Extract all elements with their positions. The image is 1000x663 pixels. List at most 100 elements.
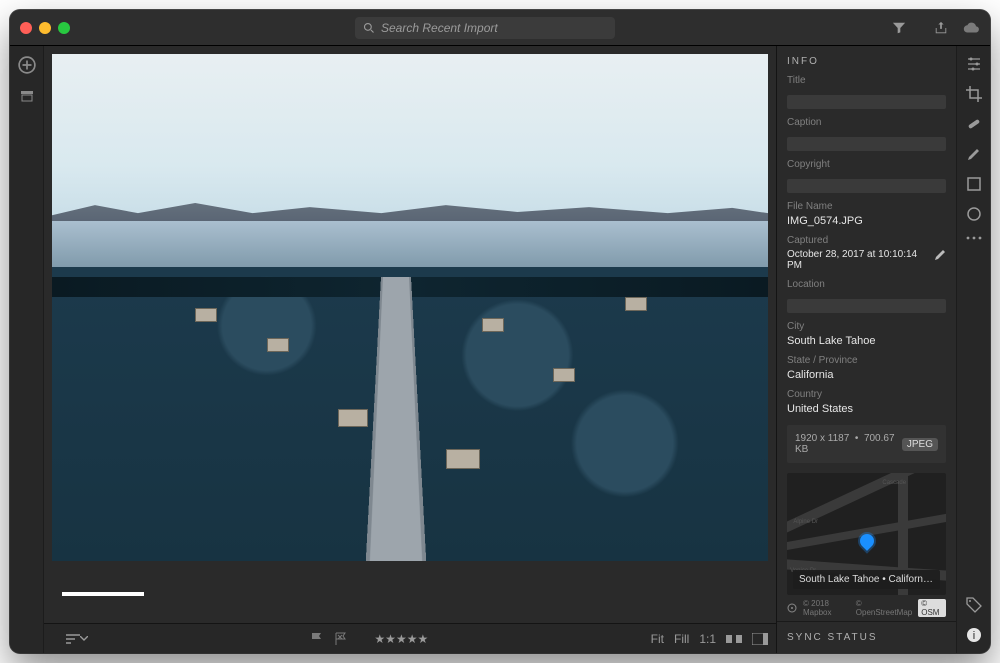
filmstrip[interactable] (44, 565, 776, 623)
bottom-toolbar: ★★★★★ Fit Fill 1:1 (44, 623, 776, 653)
target-icon (787, 603, 797, 613)
captured-value: October 28, 2017 at 10:10:14 PM (787, 249, 934, 271)
square-icon (966, 176, 982, 192)
map-street-2: Alpine Dr (793, 519, 818, 525)
country-label: Country (787, 389, 946, 400)
linear-gradient-tool[interactable] (966, 176, 982, 192)
tag-icon (966, 597, 982, 613)
svg-text:i: i (972, 630, 974, 642)
image-viewer[interactable] (52, 54, 768, 561)
info-tool[interactable]: i (966, 627, 982, 643)
close-icon (20, 22, 32, 34)
sliders-icon (966, 56, 982, 72)
copyright-input[interactable] (787, 179, 946, 193)
caption-input[interactable] (787, 137, 946, 151)
pencil-icon (934, 249, 946, 261)
radial-gradient-tool[interactable] (966, 206, 982, 222)
filename-label: File Name (787, 201, 946, 212)
brush-icon (966, 146, 982, 162)
traffic-lights (20, 22, 70, 34)
info-header: INFO (777, 46, 956, 73)
search-icon (363, 22, 375, 34)
title-input[interactable] (787, 95, 946, 109)
minimize-button[interactable] (39, 22, 51, 34)
add-button[interactable] (18, 56, 36, 74)
search-placeholder: Search Recent Import (381, 21, 498, 35)
filter-button[interactable] (892, 21, 906, 35)
title-label: Title (787, 75, 946, 86)
sort-button[interactable] (66, 634, 88, 644)
archive-button[interactable] (19, 88, 35, 104)
window-frame: Search Recent Import (0, 0, 1000, 663)
caption-label: Caption (787, 117, 946, 128)
search-input[interactable]: Search Recent Import (355, 17, 615, 39)
state-value: California (787, 369, 946, 381)
panel-icon (752, 633, 768, 645)
fit-button[interactable]: Fit (651, 632, 664, 646)
star-rating[interactable]: ★★★★★ (374, 632, 428, 646)
city-label: City (787, 321, 946, 332)
map-attr-mapbox: © 2018 Mapbox (803, 599, 850, 617)
minimize-icon (39, 22, 51, 34)
app-window: Search Recent Import (10, 10, 990, 653)
fill-button[interactable]: Fill (674, 632, 689, 646)
map-caption: South Lake Tahoe • California • U... (793, 570, 940, 589)
keywords-tool[interactable] (966, 597, 982, 613)
cloud-button[interactable] (962, 21, 980, 35)
heal-tool[interactable] (966, 116, 982, 132)
bandage-icon (966, 116, 982, 132)
photo-aerial-lake (52, 54, 768, 561)
compare-button[interactable] (726, 633, 742, 645)
city-value: South Lake Tahoe (787, 335, 946, 347)
one-to-one-button[interactable]: 1:1 (699, 632, 716, 646)
sync-status-header: SYNC STATUS (777, 621, 956, 653)
flag-x-icon (334, 632, 348, 646)
app-body: ★★★★★ Fit Fill 1:1 INFO Title Caption Co… (10, 46, 990, 653)
country-value: United States (787, 403, 946, 415)
share-icon (934, 21, 948, 35)
plus-icon (18, 56, 36, 74)
flag-icon (310, 632, 324, 646)
edit-date-button[interactable] (934, 249, 946, 261)
sliders-tool[interactable] (966, 56, 982, 72)
compare-icon (726, 633, 742, 645)
dimensions-value: 1920 x 1187 (795, 433, 849, 444)
captured-label: Captured (787, 235, 934, 246)
fullscreen-button[interactable] (58, 22, 70, 34)
circle-icon (966, 206, 982, 222)
state-label: State / Province (787, 355, 946, 366)
filename-value: IMG_0574.JPG (787, 215, 946, 227)
left-sidebar (10, 46, 44, 653)
brush-tool[interactable] (966, 146, 982, 162)
format-badge: JPEG (902, 438, 938, 451)
sort-icon (66, 634, 80, 644)
share-button[interactable] (934, 21, 948, 35)
panel-toggle-button[interactable] (752, 633, 768, 645)
map-recenter-button[interactable] (787, 603, 797, 613)
chevron-down-icon (80, 636, 88, 641)
map-street-1: Cascade (882, 480, 906, 486)
map-attribution: © 2018 Mapbox © OpenStreetMap © OSM (777, 595, 956, 621)
info-panel: INFO Title Caption Copyright File Name I… (776, 46, 956, 653)
crop-tool[interactable] (966, 86, 982, 102)
flag-pick-button[interactable] (310, 632, 324, 646)
funnel-icon (892, 21, 906, 35)
right-toolbar: i (956, 46, 990, 653)
more-tool[interactable] (966, 236, 982, 240)
cloud-icon (962, 21, 980, 35)
map-attr-osm: © OpenStreetMap (856, 599, 912, 617)
location-label: Location (787, 279, 946, 290)
fullscreen-icon (58, 22, 70, 34)
copyright-label: Copyright (787, 159, 946, 170)
flag-reject-button[interactable] (334, 632, 348, 646)
dimensions-row: 1920 x 1187 • 700.67 KB JPEG (787, 425, 946, 463)
map-osm-chip: © OSM (918, 599, 946, 617)
close-button[interactable] (20, 22, 32, 34)
crop-icon (966, 86, 982, 102)
map-preview[interactable]: Cascade Alpine Dr Venice Dr South Lake T… (787, 473, 946, 595)
dots-icon (966, 236, 982, 240)
location-input[interactable] (787, 299, 946, 313)
archive-icon (19, 88, 35, 104)
info-icon: i (966, 627, 982, 643)
center-area: ★★★★★ Fit Fill 1:1 (44, 46, 776, 653)
